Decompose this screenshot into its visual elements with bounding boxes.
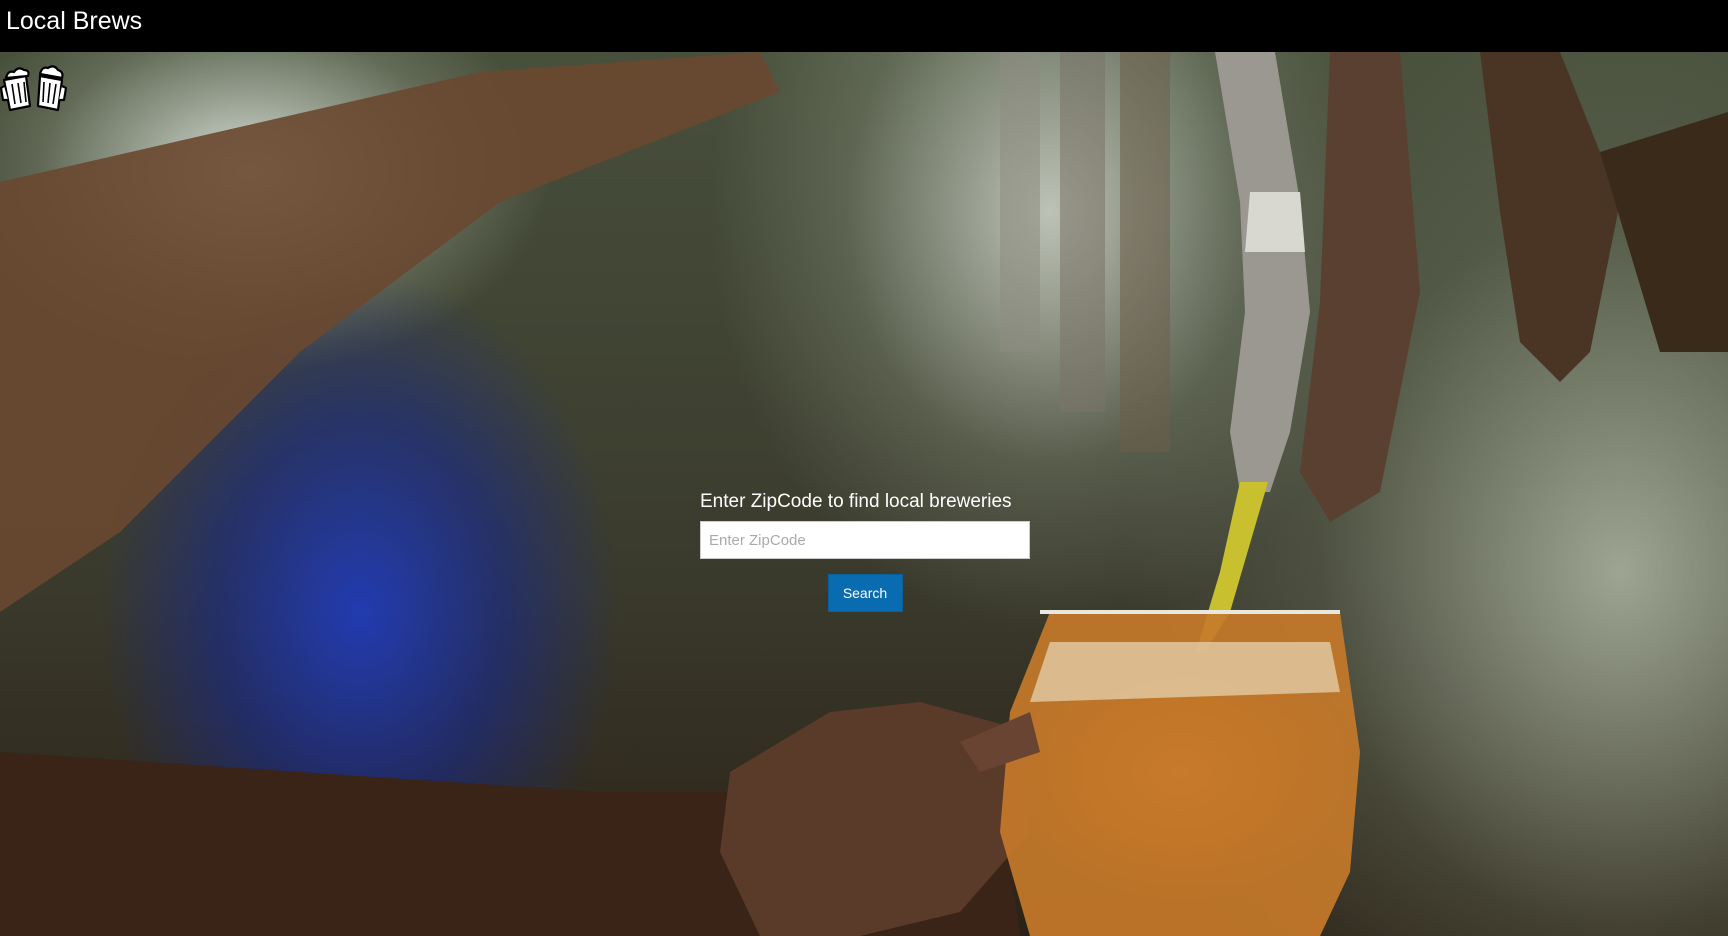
brand-title[interactable]: Local Brews	[6, 6, 142, 36]
search-button[interactable]: Search	[827, 574, 903, 612]
top-navbar: Local Brews	[0, 0, 1728, 52]
search-heading: Enter ZipCode to find local breweries	[700, 491, 1012, 512]
zipcode-input[interactable]	[700, 521, 1030, 559]
zipcode-search-form: Enter ZipCode to find local breweries Se…	[700, 490, 1030, 612]
beer-mugs-icon[interactable]	[0, 62, 68, 112]
